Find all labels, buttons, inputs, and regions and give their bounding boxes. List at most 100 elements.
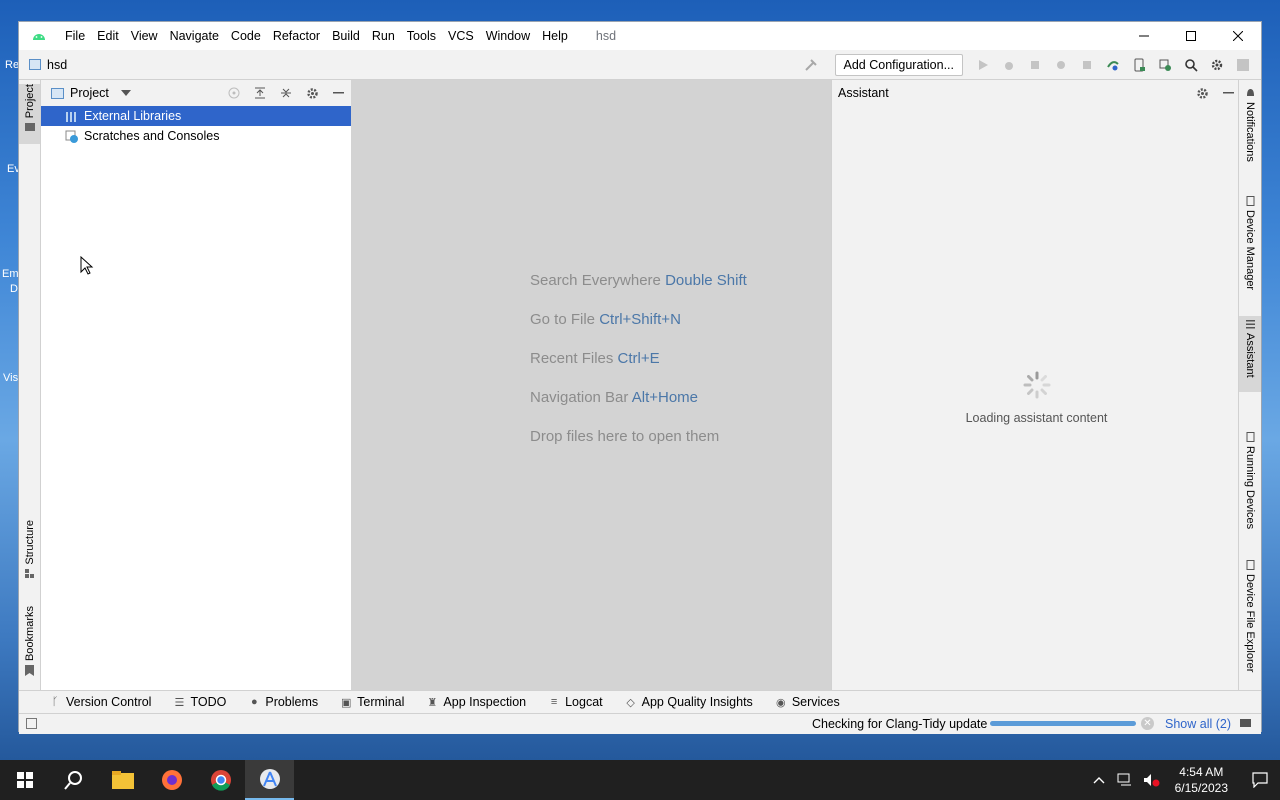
hint-text: Recent Files xyxy=(530,350,614,367)
tool-tab-project[interactable]: Project xyxy=(19,84,40,144)
project-panel-actions xyxy=(221,80,351,106)
network-icon[interactable] xyxy=(1117,773,1133,787)
notification-center-button[interactable] xyxy=(1240,760,1280,800)
tab-todo[interactable]: ☰ TODO xyxy=(173,695,227,709)
show-all-tasks-link[interactable]: Show all (2) xyxy=(1165,717,1231,731)
desktop-icon-label: D xyxy=(10,283,18,295)
firefox-button[interactable] xyxy=(147,760,196,800)
android-studio-button[interactable] xyxy=(245,760,294,800)
tool-tab-notifications[interactable]: Notifications xyxy=(1239,88,1261,172)
clock-date: 6/15/2023 xyxy=(1174,781,1228,795)
close-button[interactable] xyxy=(1214,22,1261,50)
volume-muted-icon[interactable] xyxy=(1143,773,1161,787)
tool-tab-assistant-label: Assistant xyxy=(1244,333,1256,378)
device-manager-icon[interactable] xyxy=(1129,55,1149,75)
tab-terminal[interactable]: ▣ Terminal xyxy=(340,695,404,709)
settings-gear-icon[interactable] xyxy=(299,80,325,106)
hint-navigation-bar: Navigation Bar Alt+Home xyxy=(530,389,698,406)
tree-item-label: Scratches and Consoles xyxy=(84,129,220,143)
menu-run[interactable]: Run xyxy=(366,22,401,50)
tree-item-scratches-and-consoles[interactable]: Scratches and Consoles xyxy=(41,126,351,146)
settings-gear-icon[interactable] xyxy=(1189,80,1215,106)
start-button[interactable] xyxy=(0,760,49,800)
maximize-button[interactable] xyxy=(1167,22,1214,50)
settings-gear-icon[interactable] xyxy=(1207,55,1227,75)
cancel-task-icon[interactable]: ✕ xyxy=(1141,717,1154,730)
tool-window-toggle-icon[interactable] xyxy=(26,718,37,729)
tab-version-control[interactable]: ᚴ Version Control xyxy=(49,695,152,709)
tree-item-external-libraries[interactable]: External Libraries xyxy=(41,106,351,126)
menu-file[interactable]: File xyxy=(59,22,91,50)
search-button[interactable] xyxy=(49,760,98,800)
chevron-down-icon[interactable] xyxy=(120,90,131,96)
device-icon xyxy=(1246,432,1254,442)
tab-label: Logcat xyxy=(565,695,603,709)
project-view-icon xyxy=(51,87,64,99)
search-icon xyxy=(63,771,82,790)
tab-problems[interactable]: ● Problems xyxy=(248,695,318,709)
tab-label: Problems xyxy=(265,695,319,709)
file-explorer-button[interactable] xyxy=(98,760,147,800)
tab-label: App Inspection xyxy=(443,695,527,709)
menu-help[interactable]: Help xyxy=(536,22,574,50)
tool-tab-structure[interactable]: Structure xyxy=(19,520,40,586)
structure-icon xyxy=(24,568,34,578)
chevron-up-icon[interactable] xyxy=(1093,776,1105,784)
menu-code[interactable]: Code xyxy=(225,22,267,50)
chrome-button[interactable] xyxy=(196,760,245,800)
sdk-manager-icon[interactable] xyxy=(1155,55,1175,75)
ide-window: File Edit View Navigate Code Refactor Bu… xyxy=(18,21,1262,734)
tool-tab-device-manager-label: Device Manager xyxy=(1244,210,1256,291)
editor-area[interactable]: Search Everywhere Double Shift Go to Fil… xyxy=(351,80,831,690)
notifications-icon[interactable] xyxy=(1240,718,1251,729)
menu-edit[interactable]: Edit xyxy=(91,22,125,50)
hint-shortcut: Ctrl+Shift+N xyxy=(599,311,681,328)
clock[interactable]: 4:54 AM 6/15/2023 xyxy=(1175,764,1228,796)
hide-panel-icon[interactable] xyxy=(325,80,351,106)
tool-tab-bookmarks[interactable]: Bookmarks xyxy=(19,606,40,680)
project-panel-title[interactable]: Project xyxy=(70,86,109,100)
tool-tab-assistant[interactable]: Assistant xyxy=(1239,316,1261,392)
layout-icon[interactable] xyxy=(1233,55,1253,75)
menu-build[interactable]: Build xyxy=(326,22,366,50)
tab-services[interactable]: ◉ Services xyxy=(775,695,840,709)
hint-search-everywhere: Search Everywhere Double Shift xyxy=(530,272,747,289)
profile-icon[interactable] xyxy=(1025,55,1045,75)
tab-app-inspection[interactable]: ♜ App Inspection xyxy=(426,695,526,709)
locate-icon[interactable] xyxy=(221,80,247,106)
search-icon[interactable] xyxy=(1181,55,1201,75)
sync-gradle-icon[interactable] xyxy=(1103,55,1123,75)
tool-tab-device-file-explorer[interactable]: Device File Explorer xyxy=(1239,560,1261,676)
window-controls xyxy=(1120,22,1261,50)
menu-window[interactable]: Window xyxy=(480,22,536,50)
tool-tab-running-devices[interactable]: Running Devices xyxy=(1239,432,1261,536)
tab-logcat[interactable]: ≡ Logcat xyxy=(548,695,603,709)
add-configuration-button[interactable]: Add Configuration... xyxy=(834,53,963,76)
menu-view[interactable]: View xyxy=(125,22,164,50)
clock-time: 4:54 AM xyxy=(1179,765,1224,779)
expand-all-icon[interactable] xyxy=(247,80,273,106)
run-icon[interactable] xyxy=(973,55,993,75)
debug-icon[interactable] xyxy=(999,55,1019,75)
tool-tab-device-manager[interactable]: Device Manager xyxy=(1239,196,1261,300)
title-bar: File Edit View Navigate Code Refactor Bu… xyxy=(19,22,1261,50)
bell-icon xyxy=(1246,89,1254,96)
menu-refactor[interactable]: Refactor xyxy=(267,22,326,50)
menu-tools[interactable]: Tools xyxy=(401,22,442,50)
assistant-actions xyxy=(1189,80,1241,106)
terminal-icon: ▣ xyxy=(340,696,352,709)
minimize-button[interactable] xyxy=(1120,22,1167,50)
android-studio-icon xyxy=(19,22,59,50)
attach-debugger-icon[interactable] xyxy=(1051,55,1071,75)
hint-text: Go to File xyxy=(530,311,596,328)
menu-vcs[interactable]: VCS xyxy=(442,22,480,50)
bottom-tool-tabs: ᚴ Version Control ☰ TODO ● Problems ▣ Termin… xyxy=(19,690,1261,713)
menu-navigate[interactable]: Navigate xyxy=(164,22,225,50)
bookmark-icon xyxy=(25,665,34,677)
hammer-icon[interactable] xyxy=(801,55,821,75)
tab-app-quality-insights[interactable]: ◇ App Quality Insights xyxy=(625,695,752,709)
breadcrumb[interactable]: hsd xyxy=(19,58,67,72)
stop-icon[interactable] xyxy=(1077,55,1097,75)
assistant-title: Assistant xyxy=(838,86,889,100)
collapse-all-icon[interactable] xyxy=(273,80,299,106)
